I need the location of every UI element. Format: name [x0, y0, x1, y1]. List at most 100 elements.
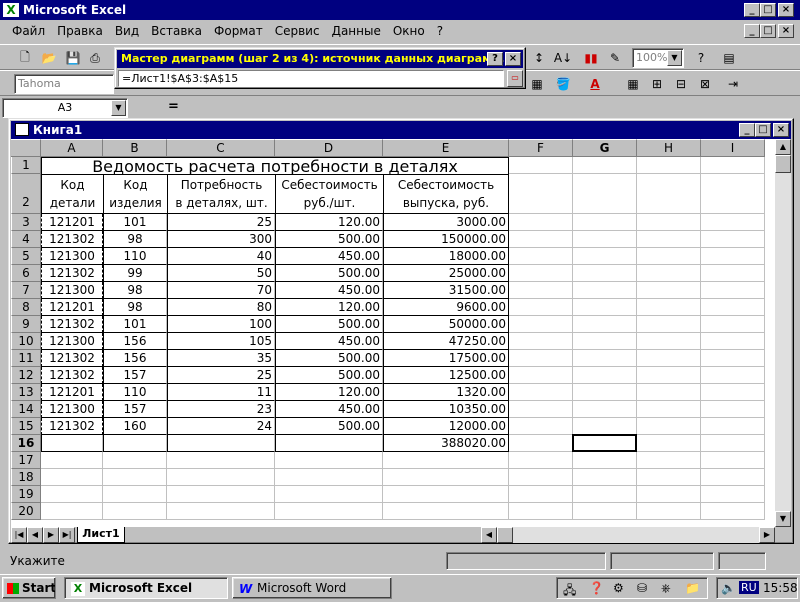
row-header-20[interactable]: 20: [11, 503, 41, 520]
table-cell[interactable]: 121302: [41, 231, 103, 248]
table-cell[interactable]: 160: [103, 418, 167, 435]
table-cell[interactable]: 121302: [41, 367, 103, 384]
table-cell[interactable]: 25: [167, 367, 275, 384]
column-header-D[interactable]: D: [275, 139, 383, 157]
cell[interactable]: [573, 452, 637, 469]
cell[interactable]: [701, 367, 765, 384]
cell[interactable]: [275, 503, 383, 520]
column-header-A[interactable]: A: [41, 139, 103, 157]
cell[interactable]: [167, 503, 275, 520]
task-excel[interactable]: X Microsoft Excel: [64, 577, 228, 599]
cell[interactable]: [383, 452, 509, 469]
table-cell[interactable]: 500.00: [275, 350, 383, 367]
cell[interactable]: [509, 282, 573, 299]
menu-window[interactable]: Окно: [387, 24, 431, 38]
table-cell[interactable]: 121300: [41, 401, 103, 418]
table-cell[interactable]: 500.00: [275, 418, 383, 435]
cell[interactable]: [637, 503, 701, 520]
cell[interactable]: [637, 401, 701, 418]
wb-close-button[interactable]: ×: [773, 123, 789, 137]
cell[interactable]: [573, 384, 637, 401]
cell[interactable]: [701, 452, 765, 469]
formula-input[interactable]: [186, 98, 798, 118]
cell[interactable]: [637, 367, 701, 384]
new-icon[interactable]: 🗋: [14, 48, 36, 68]
spreadsheet-grid[interactable]: A B C D E F G H I 1 2 3 4 5 6 7 8 9 10 11 12 13 14 15 16 17 18 19 20…: [11, 139, 775, 527]
cell[interactable]: [637, 452, 701, 469]
menu-help[interactable]: ?: [431, 24, 449, 38]
borders-icon[interactable]: ▦: [526, 74, 548, 94]
table-cell[interactable]: 121300: [41, 333, 103, 350]
cell[interactable]: [573, 248, 637, 265]
close-button[interactable]: ×: [778, 3, 794, 17]
cell[interactable]: [41, 486, 103, 503]
cell[interactable]: [509, 435, 573, 452]
cell[interactable]: [701, 282, 765, 299]
row-header-13[interactable]: 13: [11, 384, 41, 401]
active-cell-selection[interactable]: [572, 434, 637, 452]
cell[interactable]: [573, 174, 637, 214]
table-cell[interactable]: 25000.00: [383, 265, 509, 282]
drawing-icon[interactable]: ✎: [604, 48, 626, 68]
table-cell[interactable]: 24: [167, 418, 275, 435]
table-cell[interactable]: 120.00: [275, 214, 383, 231]
cell[interactable]: [383, 469, 509, 486]
row-header-18[interactable]: 18: [11, 469, 41, 486]
expand-dialog-icon[interactable]: ▭: [507, 70, 523, 87]
cell[interactable]: [701, 231, 765, 248]
next-sheet-button[interactable]: ▶: [43, 527, 59, 543]
menu-edit[interactable]: Правка: [51, 24, 109, 38]
cell[interactable]: [701, 299, 765, 316]
row-header-9[interactable]: 9: [11, 316, 41, 333]
cell[interactable]: [167, 435, 275, 452]
cell[interactable]: [701, 401, 765, 418]
toolbar-icon-2[interactable]: ⊞: [646, 74, 668, 94]
table-cell[interactable]: 120.00: [275, 384, 383, 401]
table-cell[interactable]: 70: [167, 282, 275, 299]
table-cell[interactable]: 50000.00: [383, 316, 509, 333]
cell[interactable]: [509, 418, 573, 435]
cell[interactable]: [275, 452, 383, 469]
cell[interactable]: [41, 435, 103, 452]
column-title-c[interactable]: Потребность в деталях, шт.: [167, 174, 275, 214]
cell[interactable]: [509, 333, 573, 350]
sheet-tab-list1[interactable]: Лист1: [77, 527, 125, 543]
row-header-5[interactable]: 5: [11, 248, 41, 265]
cell[interactable]: [701, 214, 765, 231]
cell[interactable]: [637, 469, 701, 486]
column-title-e[interactable]: Себестоимость выпуска, руб.: [383, 174, 509, 214]
tray-icon-1[interactable]: 🖧: [563, 581, 576, 602]
table-cell[interactable]: 300: [167, 231, 275, 248]
column-title-a[interactable]: Код детали: [41, 174, 103, 214]
start-button[interactable]: Start: [2, 577, 56, 599]
table-cell[interactable]: 1320.00: [383, 384, 509, 401]
cell[interactable]: [701, 157, 765, 174]
toolbar-icon-5[interactable]: ⇥: [722, 74, 744, 94]
cell[interactable]: [573, 503, 637, 520]
row-header-1[interactable]: 1: [11, 157, 41, 174]
cell[interactable]: [573, 401, 637, 418]
table-cell[interactable]: 120.00: [275, 299, 383, 316]
cell[interactable]: [103, 435, 167, 452]
cell[interactable]: [573, 350, 637, 367]
cell[interactable]: [637, 248, 701, 265]
tray-icon-4[interactable]: ⛁: [637, 581, 647, 595]
table-cell[interactable]: 50: [167, 265, 275, 282]
column-title-b[interactable]: Код изделия: [103, 174, 167, 214]
table-cell[interactable]: 12000.00: [383, 418, 509, 435]
cell[interactable]: [509, 367, 573, 384]
cell[interactable]: [509, 384, 573, 401]
cell[interactable]: [637, 265, 701, 282]
row-header-3[interactable]: 3: [11, 214, 41, 231]
column-header-I[interactable]: I: [701, 139, 765, 157]
table-cell[interactable]: 156: [103, 333, 167, 350]
cell[interactable]: [637, 333, 701, 350]
cell[interactable]: [509, 248, 573, 265]
cell[interactable]: [637, 486, 701, 503]
last-sheet-button[interactable]: ▶|: [59, 527, 75, 543]
row-header-7[interactable]: 7: [11, 282, 41, 299]
cell[interactable]: [509, 157, 573, 174]
vertical-scrollbar[interactable]: ▲ ▼: [775, 139, 791, 527]
table-cell[interactable]: 99: [103, 265, 167, 282]
wizard-help-button[interactable]: ?: [487, 52, 503, 66]
